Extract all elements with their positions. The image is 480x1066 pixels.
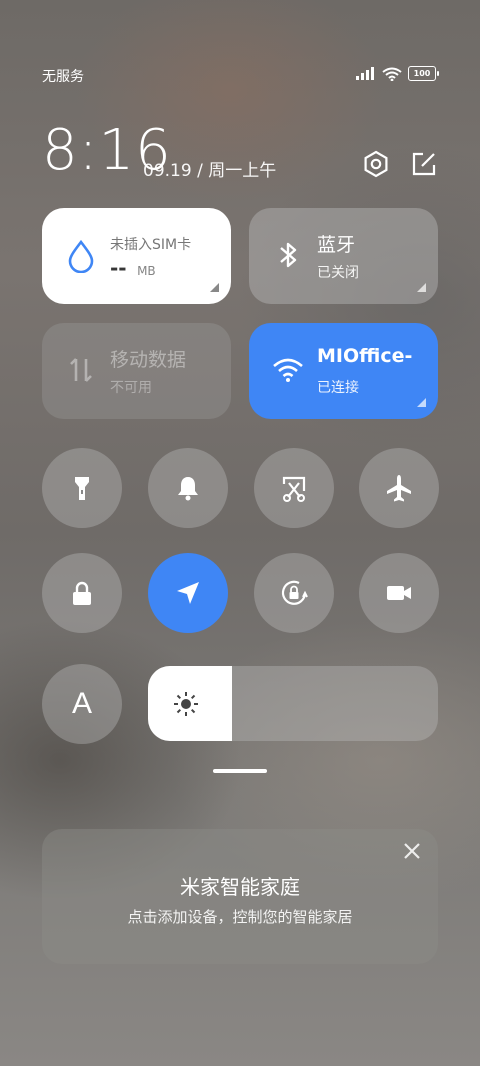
wifi-icon: [273, 358, 303, 382]
flashlight-toggle[interactable]: [42, 448, 122, 528]
status-bar: 无服务 100: [42, 66, 439, 86]
drag-handle[interactable]: [213, 769, 267, 773]
bluetooth-tile[interactable]: 蓝牙 已关闭: [249, 208, 438, 304]
carrier-label: 无服务: [42, 69, 84, 85]
expand-corner-icon: [417, 398, 426, 407]
wifi-icon: [382, 67, 402, 81]
signal-icon: [356, 67, 374, 80]
close-icon[interactable]: [402, 841, 422, 861]
bluetooth-icon: [280, 242, 297, 268]
bell-icon: [178, 477, 198, 501]
clock-date: 09.19 / 周一上午: [143, 161, 277, 181]
brightness-slider[interactable]: [148, 666, 438, 741]
data-usage-unit: MB: [137, 264, 156, 278]
bluetooth-status: 已关闭: [317, 265, 359, 281]
screenshot-icon: [282, 476, 306, 502]
edit-icon[interactable]: [410, 150, 438, 178]
settings-icon[interactable]: [362, 150, 390, 178]
font-size-toggle[interactable]: A: [42, 664, 122, 744]
mijia-title: 米家智能家庭: [180, 875, 300, 899]
mobile-data-label: 移动数据: [110, 349, 187, 371]
rotation-lock-toggle[interactable]: [254, 553, 334, 633]
data-usage-number: --: [110, 256, 127, 280]
mute-toggle[interactable]: [148, 448, 228, 528]
lock-toggle[interactable]: [42, 553, 122, 633]
sim-status-label: 未插入SIM卡: [110, 237, 192, 253]
status-icons: 100: [356, 66, 439, 81]
screen-record-toggle[interactable]: [359, 553, 439, 633]
lock-icon: [73, 581, 91, 605]
location-toggle[interactable]: [148, 553, 228, 633]
rotation-lock-icon: [281, 580, 308, 605]
drop-icon: [68, 239, 94, 273]
screenshot-toggle[interactable]: [254, 448, 334, 528]
mijia-card[interactable]: 米家智能家庭 点击添加设备，控制您的智能家居: [42, 829, 438, 964]
battery-icon: 100: [408, 66, 439, 81]
mobile-data-tile[interactable]: 移动数据 不可用: [42, 323, 231, 419]
bluetooth-label: 蓝牙: [317, 234, 356, 256]
battery-level: 100: [413, 69, 431, 78]
mobile-data-status: 不可用: [110, 380, 152, 396]
wifi-status: 已连接: [317, 380, 359, 396]
mijia-subtitle: 点击添加设备，控制您的智能家居: [127, 908, 353, 926]
flashlight-icon: [75, 477, 89, 500]
location-icon: [177, 582, 199, 604]
data-usage-value: -- MB: [110, 256, 156, 280]
airplane-icon: [387, 475, 411, 502]
video-icon: [387, 586, 411, 600]
wifi-tile[interactable]: MIOffice- 已连接: [249, 323, 438, 419]
font-icon: A: [71, 687, 92, 720]
expand-corner-icon: [417, 283, 426, 292]
wifi-network-label: MIOffice-: [317, 345, 413, 367]
data-usage-tile[interactable]: 未插入SIM卡 -- MB: [42, 208, 231, 304]
sun-icon: [174, 692, 198, 716]
airplane-toggle[interactable]: [359, 448, 439, 528]
expand-corner-icon: [210, 283, 219, 292]
data-arrows-icon: [70, 358, 92, 382]
